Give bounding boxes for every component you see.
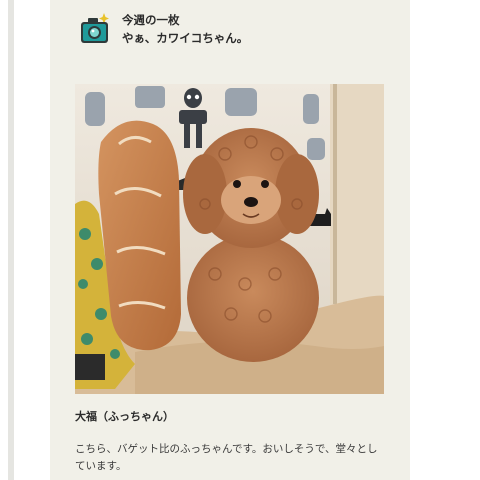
dog-photo [75, 84, 384, 394]
photo-of-the-week-card: 今週の一枚 やぁ、カワイコちゃん。 大福（ふっちゃん） こちら、バゲット比のふっ… [50, 0, 410, 480]
photo-caption-body: こちら、バゲット比のふっちゃんです。おいしそうで、堂々としています。 [75, 443, 378, 472]
page-left-rule [8, 0, 14, 480]
camera-icon [80, 12, 110, 44]
section-title: 今週の一枚 [122, 13, 180, 27]
section-subtitle: やぁ、カワイコちゃん。 [122, 31, 249, 45]
photo-caption-title: 大福（ふっちゃん） [75, 410, 174, 423]
card-header: 今週の一枚 やぁ、カワイコちゃん。 [80, 12, 400, 48]
